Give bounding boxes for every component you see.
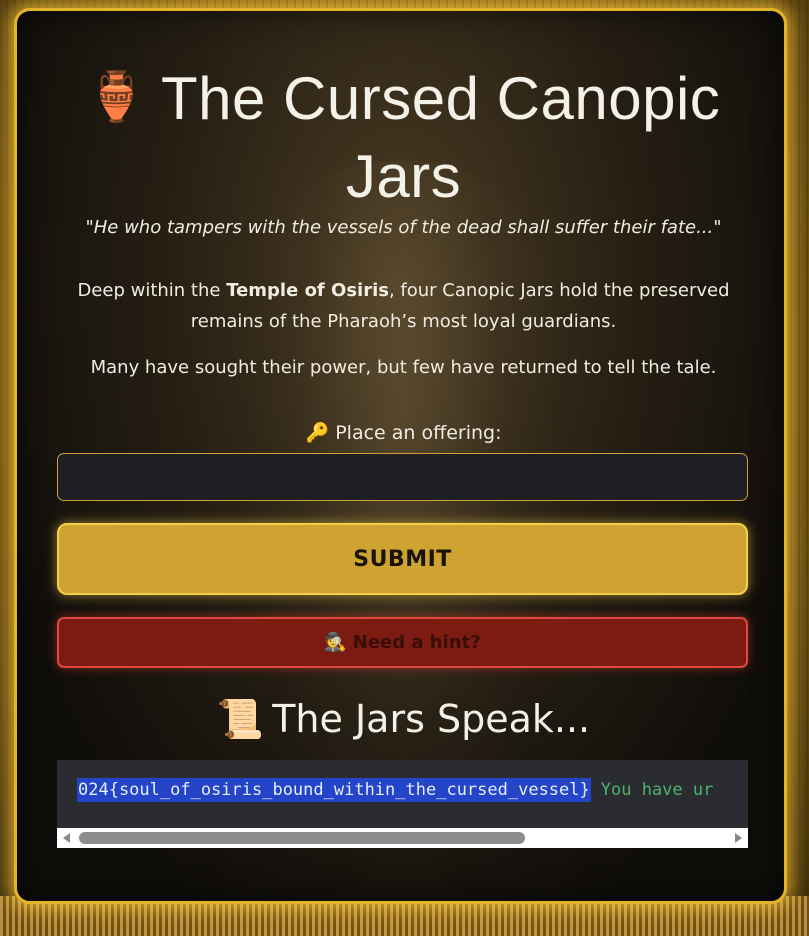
amphora-icon: 🏺 — [86, 71, 147, 124]
flag-text[interactable]: 024{soul_of_osiris_bound_within_the_curs… — [77, 778, 591, 802]
output-heading-text: The Jars Speak... — [272, 697, 591, 741]
curse-quote: "He who tampers with the vessels of the … — [85, 217, 722, 238]
offering-input[interactable] — [57, 453, 748, 501]
output-line: 024{soul_of_osiris_bound_within_the_curs… — [77, 778, 714, 802]
key-icon: 🔑 — [305, 422, 330, 444]
scroll-icon: 📜 — [216, 697, 265, 741]
hint-button[interactable]: 🕵 Need a hint? — [57, 617, 748, 668]
submit-button[interactable]: SUBMIT — [57, 523, 748, 595]
page-title-text: The Cursed Canopic Jars — [160, 65, 721, 210]
temple-name: Temple of Osiris — [226, 280, 389, 301]
intro-paragraph: Deep within the Temple of Osiris, four C… — [67, 275, 740, 337]
scroll-right-arrow-icon[interactable] — [735, 833, 742, 843]
detective-icon: 🕵 — [324, 632, 347, 653]
legend-paragraph: Many have sought their power, but few ha… — [90, 357, 717, 378]
horizontal-scrollbar[interactable] — [57, 828, 748, 848]
main-card: 🏺 The Cursed Canopic Jars "He who tampers… — [14, 8, 787, 904]
offering-label-text: Place an offering: — [335, 422, 502, 444]
hint-button-label: Need a hint? — [352, 632, 481, 653]
scrollbar-thumb[interactable] — [79, 832, 525, 844]
output-tail-text: You have ur — [600, 780, 714, 800]
intro-text-before: Deep within the — [77, 280, 227, 301]
offering-label: 🔑 Place an offering: — [47, 421, 760, 444]
output-heading: 📜 The Jars Speak... — [47, 697, 760, 742]
scroll-left-arrow-icon[interactable] — [63, 833, 70, 843]
page-title: 🏺 The Cursed Canopic Jars — [57, 59, 750, 216]
